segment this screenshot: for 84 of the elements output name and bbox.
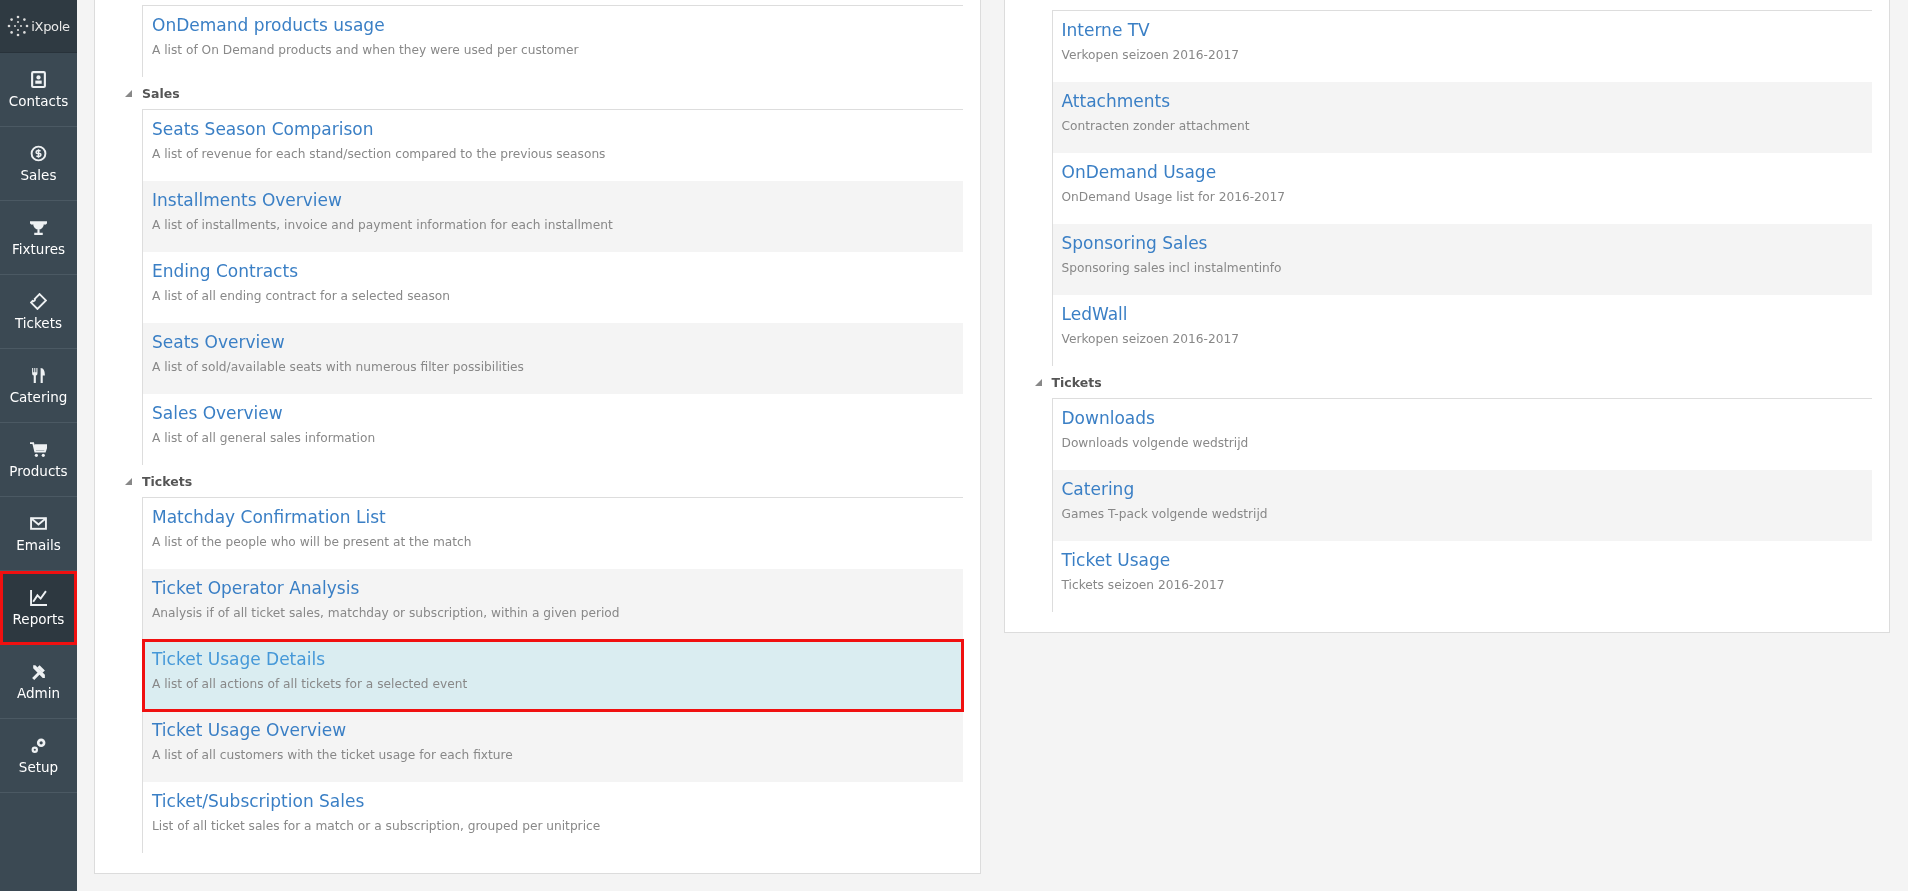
expand-icon[interactable] [1034, 378, 1042, 386]
report-item[interactable]: Attachments Contracten zonder attachment [1052, 82, 1872, 153]
report-title[interactable]: Installments Overview [152, 188, 342, 212]
report-description: A list of all actions of all tickets for a selected event [152, 677, 468, 691]
report-description: Tickets seizoen 2016-2017 [1061, 578, 1225, 592]
sidebar-item[interactable]: Catering [0, 349, 77, 423]
report-item[interactable]: Ticket Usage Tickets seizoen 2016-2017 [1052, 541, 1872, 612]
group-title: Tickets [142, 473, 193, 489]
report-description: A list of revenue for each stand/section compared to the previous seasons [152, 147, 606, 161]
report-title[interactable]: Ticket Usage [1061, 548, 1171, 572]
nav-icon [30, 588, 47, 606]
sidebar-item[interactable]: Products [0, 423, 77, 497]
report-item[interactable]: Downloads Downloads volgende wedstrijd [1052, 399, 1872, 470]
report-description: Verkopen seizoen 2016-2017 [1061, 332, 1239, 346]
expand-icon[interactable] [125, 477, 132, 485]
group-title: Sales [142, 85, 180, 101]
report-title[interactable]: Sponsoring Sales [1061, 231, 1208, 255]
sidebar-item[interactable]: Reports [0, 571, 77, 645]
report-description: A list of sold/available seats with numerous filter possibilities [152, 360, 524, 374]
report-item[interactable]: Catering Games T-pack volgende wedstrijd [1052, 470, 1872, 541]
sidebar-item[interactable]: Contacts [0, 53, 77, 127]
sidebar-item[interactable]: Fixtures [0, 201, 77, 275]
nav-icon [30, 514, 47, 532]
report-description: OnDemand Usage list for 2016-2017 [1061, 190, 1286, 204]
report-title[interactable]: Sales Overview [152, 401, 283, 425]
report-item[interactable]: Ticket/Subscription Sales List of all ticket sales for a match or a subscription, grouped per unitprice [143, 782, 963, 853]
report-title[interactable]: Ticket/Subscription Sales [152, 789, 365, 813]
nav-icon [30, 292, 47, 310]
report-title[interactable]: Ending Contracts [152, 259, 298, 283]
report-title[interactable]: Matchday Confirmation List [152, 505, 386, 529]
report-description: A list of all customers with the ticket usage for each fixture [152, 748, 513, 762]
report-title[interactable]: Interne TV [1061, 18, 1150, 42]
nav-icon [30, 218, 47, 236]
nav-icon [30, 440, 47, 458]
report-title[interactable]: Seats Season Comparison [152, 117, 374, 141]
report-item[interactable]: Ticket Usage Details A list of all actions of all tickets for a selected event [143, 640, 963, 711]
sidebar-item[interactable]: Sales [0, 127, 77, 201]
report-title[interactable]: Ticket Usage Overview [152, 718, 347, 742]
report-title[interactable]: OnDemand Usage [1061, 160, 1217, 184]
report-description: A list of installments, invoice and payment information for each installment [152, 218, 613, 232]
sidebar-item[interactable]: Tickets [0, 275, 77, 349]
report-description: A list of all general sales information [152, 431, 376, 445]
report-title[interactable]: Downloads [1061, 406, 1155, 430]
nav-icon [30, 144, 47, 162]
report-item[interactable]: Installments Overview A list of installments, invoice and payment information for each installment [143, 181, 963, 252]
report-title[interactable]: Seats Overview [152, 330, 285, 354]
report-title[interactable]: Ticket Usage Details [152, 647, 325, 671]
report-description: List of all ticket sales for a match or a subscription, grouped per unitprice [152, 819, 601, 833]
sidebar-item[interactable]: Setup [0, 719, 77, 793]
report-item[interactable]: Ticket Operator Analysis Analysis if of all ticket sales, matchday or subscription, within a given period [143, 569, 963, 640]
dotted-circle-icon [7, 15, 30, 37]
report-description: A list of On Demand products and when they were used per customer [152, 43, 579, 57]
report-item[interactable]: OnDemand products usage A list of On Demand products and when they were used per customer [143, 6, 963, 77]
report-description: Contracten zonder attachment [1061, 119, 1250, 133]
report-item[interactable]: Interne TV Verkopen seizoen 2016-2017 [1052, 11, 1872, 82]
report-title[interactable]: Ticket Operator Analysis [152, 576, 360, 600]
report-description: A list of the people who will be present at the match [152, 535, 472, 549]
report-item[interactable]: Seats Season Comparison A list of revenue for each stand/section compared to the previous seasons [143, 110, 963, 181]
nav-icon [30, 662, 47, 680]
report-item[interactable]: Seats Overview A list of sold/available seats with numerous filter possibilities [143, 323, 963, 394]
report-item[interactable]: Sales Overview A list of all general sales information [143, 394, 963, 465]
report-description: A list of all ending contract for a selected season [152, 289, 451, 303]
logo-text: iXpole [31, 18, 70, 34]
report-item[interactable]: OnDemand Usage OnDemand Usage list for 2016-2017 [1052, 153, 1872, 224]
report-item[interactable]: Ticket Usage Overview A list of all customers with the ticket usage for each fixture [143, 711, 963, 782]
expand-icon[interactable] [125, 89, 132, 97]
report-item[interactable]: Ending Contracts A list of all ending contract for a selected season [143, 252, 963, 323]
report-description: Analysis if of all ticket sales, matchday or subscription, within a given period [152, 606, 620, 620]
report-title[interactable]: OnDemand products usage [152, 13, 385, 37]
report-item[interactable]: LedWall Verkopen seizoen 2016-2017 [1052, 295, 1872, 366]
nav-icon [30, 736, 47, 754]
report-description: Games T-pack volgende wedstrijd [1061, 507, 1268, 521]
sidebar-item[interactable]: Admin [0, 645, 77, 719]
report-title[interactable]: LedWall [1061, 302, 1128, 326]
report-title[interactable]: Attachments [1061, 89, 1171, 113]
report-item[interactable]: Sponsoring Sales Sponsoring sales incl instalmentinfo [1052, 224, 1872, 295]
report-description: Verkopen seizoen 2016-2017 [1061, 48, 1239, 62]
report-item[interactable]: Matchday Confirmation List A list of the people who will be present at the match [143, 498, 963, 569]
report-description: Sponsoring sales incl instalmentinfo [1061, 261, 1282, 275]
nav-icon [30, 366, 47, 384]
report-title[interactable]: Catering [1061, 477, 1135, 501]
nav-icon [30, 70, 47, 88]
group-title: Tickets [1051, 374, 1102, 390]
report-description: Downloads volgende wedstrijd [1061, 436, 1249, 450]
